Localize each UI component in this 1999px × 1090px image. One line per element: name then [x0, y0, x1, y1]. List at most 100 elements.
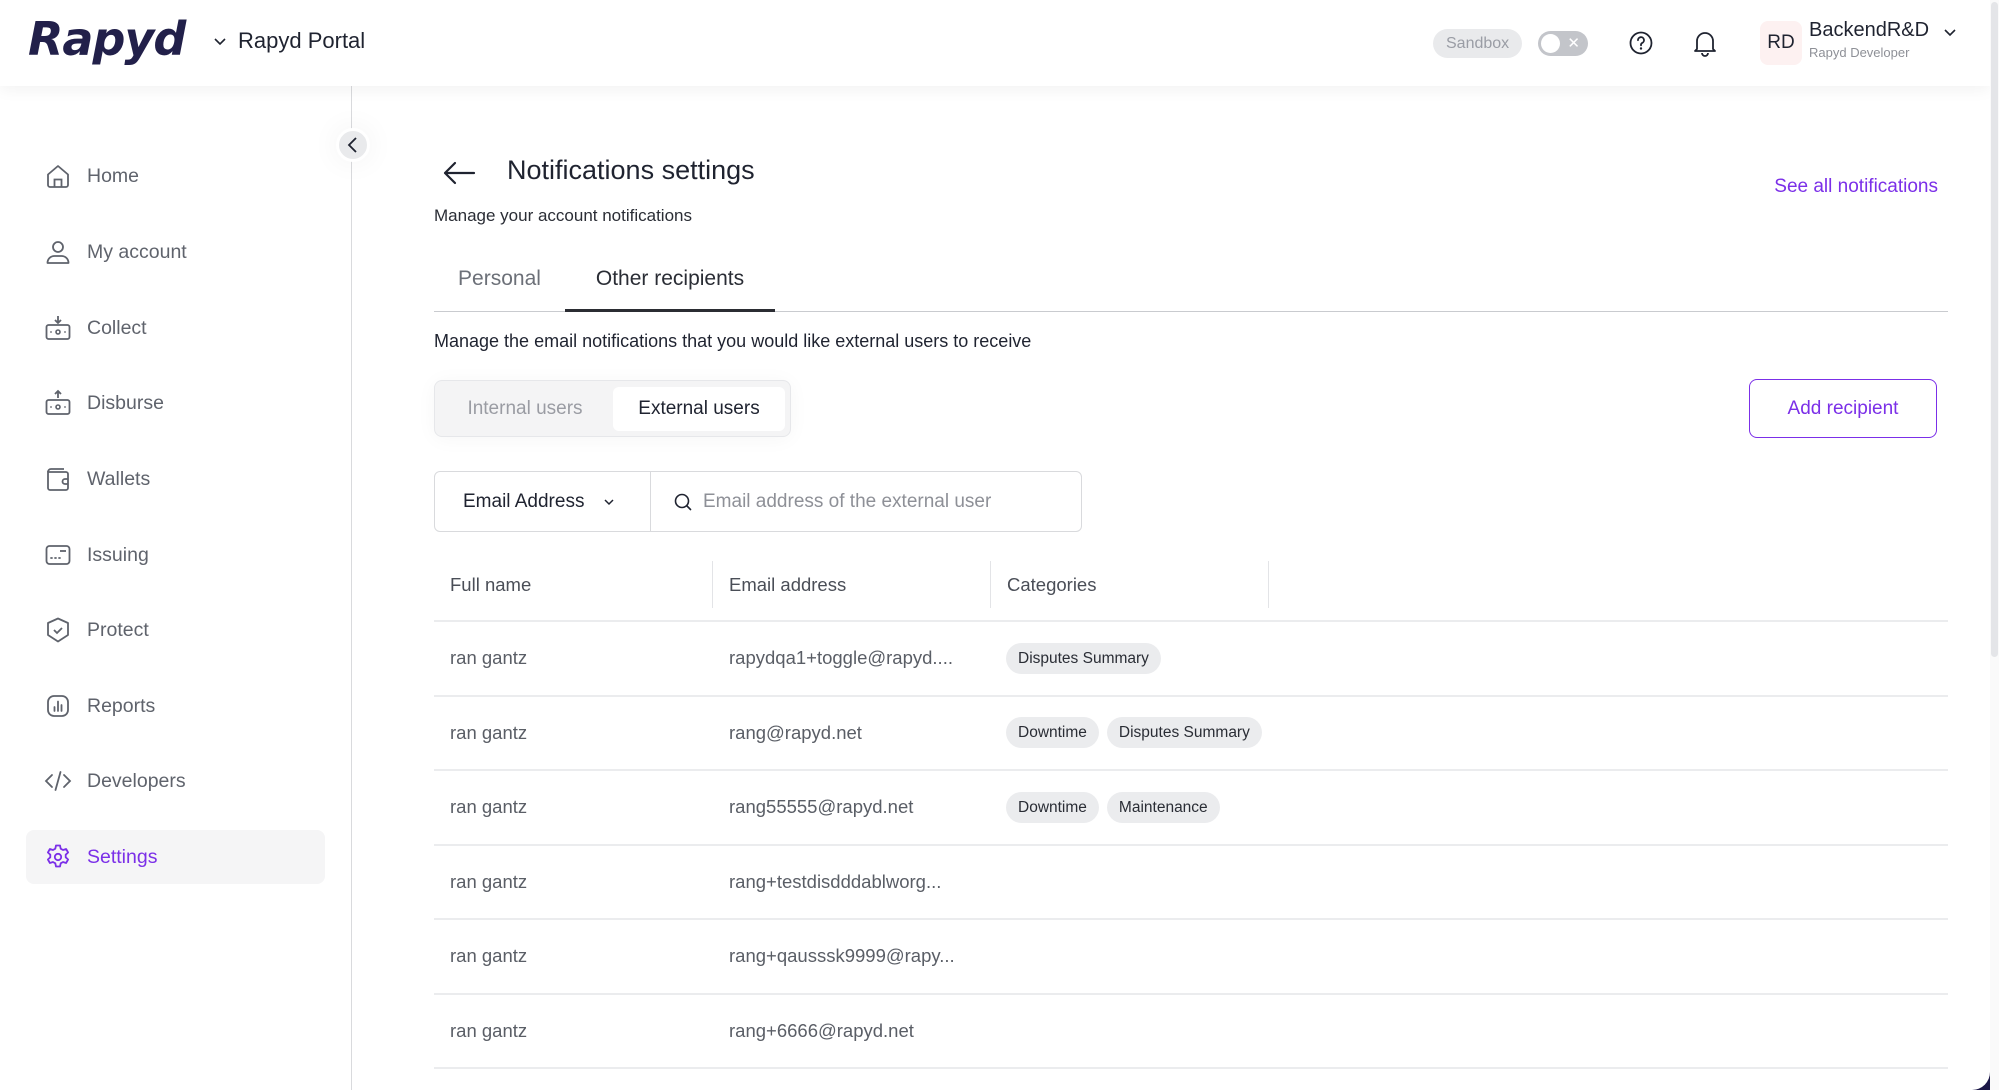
cell-full-name: ran gantz — [450, 647, 528, 668]
column-header-categories[interactable]: Categories — [991, 561, 1269, 622]
sidebar-item-protect[interactable]: Protect — [26, 603, 325, 657]
table-row[interactable]: ran gantz rang+qausssk9999@rapy... — [434, 920, 1948, 995]
back-arrow-icon[interactable] — [442, 160, 476, 186]
sidebar-item-label: Disburse — [87, 391, 164, 414]
wallet-icon — [47, 468, 69, 491]
table-row[interactable]: ran gantz rang55555@rapyd.net Downtime Main… — [434, 771, 1948, 846]
disburse-icon — [45, 389, 71, 415]
toggle-knob — [1541, 34, 1560, 53]
notifications-button[interactable] — [1689, 27, 1721, 59]
help-button[interactable] — [1625, 27, 1657, 59]
sidebar-item-label: Settings — [87, 845, 158, 868]
add-recipient-button[interactable]: Add recipient — [1749, 379, 1937, 438]
tab-other-recipients[interactable]: Other recipients — [565, 257, 775, 312]
collapse-sidebar-button[interactable] — [336, 128, 370, 162]
sidebar-item-label: My account — [87, 240, 187, 263]
table-header: Full name Email address Categories — [434, 561, 1948, 622]
sidebar-item-disburse[interactable]: Disburse — [26, 376, 325, 430]
search-bar: Email Address — [434, 471, 1082, 532]
category-chip: Disputes Summary — [1106, 717, 1262, 748]
cell-full-name: ran gantz — [450, 796, 528, 817]
see-all-notifications-link[interactable]: See all notifications — [1774, 176, 1938, 198]
portal-switcher[interactable]: Rapyd Portal — [212, 28, 365, 54]
top-header: Rapyd Rapyd Portal Sandbox ✕ RD BackendR… — [0, 0, 1990, 86]
sidebar-item-label: Issuing — [87, 543, 149, 566]
close-icon: ✕ — [1567, 35, 1580, 52]
chevron-down-icon — [604, 498, 614, 505]
sidebar-item-my-account[interactable]: My account — [26, 225, 325, 279]
page-subtitle: Manage your account notifications — [434, 206, 692, 225]
search-input[interactable] — [703, 490, 1063, 513]
account-role: Rapyd Developer — [1809, 45, 1910, 60]
shield-check-icon — [47, 617, 69, 643]
sidebar-item-home[interactable]: Home — [26, 149, 325, 203]
tabs: Personal Other recipients — [434, 257, 1948, 312]
table-body: ran gantz rapydqa1+toggle@rapyd.... Disput… — [434, 622, 1948, 1069]
sandbox-badge: Sandbox — [1433, 29, 1523, 58]
category-chips: Downtime Disputes Summary — [1006, 717, 1271, 748]
cell-categories — [990, 995, 1271, 1067]
cell-categories: Downtime Disputes Summary — [990, 697, 1271, 769]
portal-label: Rapyd Portal — [238, 28, 366, 53]
cell-email: rang+6666@rapyd.net — [729, 1019, 914, 1041]
table-row[interactable]: ran gantz rang+testdisdddablworg... — [434, 846, 1948, 920]
sidebar: Home My account Collect Disburse Wallets… — [0, 86, 352, 1090]
cell-categories — [990, 846, 1271, 918]
chevron-left-icon — [347, 137, 357, 153]
page-scrollbar[interactable] — [1990, 0, 1999, 1090]
cell-categories: Downtime Maintenance — [990, 771, 1271, 843]
search-filter-select[interactable]: Email Address — [435, 472, 651, 531]
user-icon — [46, 241, 70, 264]
cell-email: rang55555@rapyd.net — [729, 796, 914, 817]
avatar[interactable]: RD — [1760, 21, 1802, 65]
sidebar-item-label: Collect — [87, 316, 147, 339]
reports-icon — [47, 695, 69, 717]
sidebar-item-wallets[interactable]: Wallets — [26, 452, 325, 506]
filter-value: Email Address — [463, 490, 585, 512]
sidebar-item-label: Wallets — [87, 467, 151, 490]
account-name[interactable]: BackendR&D — [1809, 19, 1929, 42]
table-row[interactable]: ran gantz rapydqa1+toggle@rapyd.... Disput… — [434, 622, 1948, 697]
sidebar-item-settings[interactable]: Settings — [26, 830, 325, 884]
recipients-table: Full name Email address Categories ran g… — [434, 561, 1948, 1069]
sidebar-item-label: Protect — [87, 618, 149, 641]
bell-icon — [1694, 32, 1716, 57]
sandbox-toggle[interactable]: ✕ — [1538, 31, 1588, 56]
column-header-full-name[interactable]: Full name — [434, 561, 713, 622]
segment-external-users[interactable]: External users — [613, 387, 785, 431]
sidebar-item-label: Home — [87, 164, 140, 187]
sidebar-item-collect[interactable]: Collect — [26, 301, 325, 355]
sidebar-item-developers[interactable]: Developers — [26, 754, 325, 808]
tab-personal[interactable]: Personal — [434, 257, 565, 312]
category-chip: Downtime — [1006, 717, 1099, 748]
chevron-down-icon — [214, 38, 226, 46]
chevron-down-icon[interactable] — [1940, 22, 1960, 42]
column-header-email[interactable]: Email address — [713, 561, 991, 622]
app-window: Rapyd Rapyd Portal Sandbox ✕ RD BackendR… — [0, 0, 1990, 1090]
code-icon — [44, 771, 72, 791]
category-chips: Disputes Summary — [1006, 642, 1271, 674]
home-icon — [47, 165, 69, 188]
page-title: Notifications settings — [507, 155, 755, 185]
sidebar-item-reports[interactable]: Reports — [26, 679, 325, 733]
category-chip: Maintenance — [1106, 791, 1220, 823]
search-icon — [674, 493, 692, 510]
user-type-segmented-control: Internal users External users — [434, 380, 791, 437]
cell-email: rang+qausssk9999@rapy... — [729, 945, 955, 966]
cell-full-name: ran gantz — [450, 1019, 528, 1041]
sidebar-item-label: Developers — [87, 769, 186, 792]
segment-internal-users[interactable]: Internal users — [439, 387, 611, 431]
tab-description: Manage the email notifications that you … — [434, 331, 1032, 351]
sidebar-item-issuing[interactable]: Issuing — [26, 528, 325, 582]
cell-full-name: ran gantz — [450, 721, 528, 743]
main-content: Notifications settings Manage your accou… — [352, 86, 1990, 1090]
scrollbar-thumb[interactable] — [1991, 2, 1998, 657]
table-row[interactable]: ran gantz rang@rapyd.net Downtime Disputes … — [434, 697, 1948, 771]
cell-email: rapydqa1+toggle@rapyd.... — [729, 647, 953, 668]
cell-full-name: ran gantz — [450, 870, 528, 892]
category-chip: Disputes Summary — [1006, 642, 1161, 674]
category-chip: Downtime — [1006, 791, 1099, 823]
table-row[interactable]: ran gantz rang+6666@rapyd.net — [434, 995, 1948, 1069]
category-chips: Downtime Maintenance — [1006, 791, 1271, 823]
rapyd-logo[interactable]: Rapyd — [28, 12, 186, 66]
